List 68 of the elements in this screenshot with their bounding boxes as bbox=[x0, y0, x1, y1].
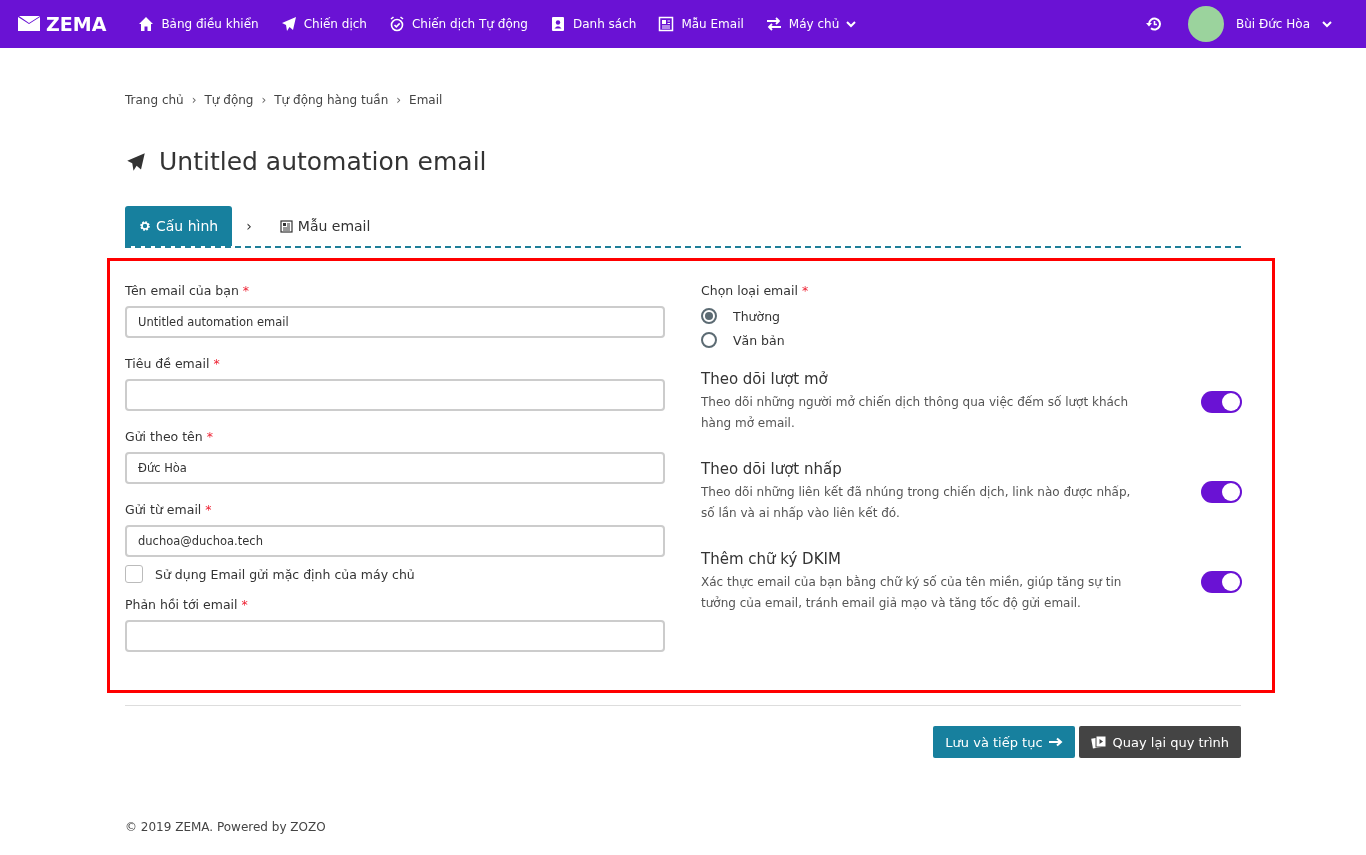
setting-description: Theo dõi những người mở chiến dịch thông qua việc đếm số lượt khách hàng mở email. bbox=[701, 394, 1130, 432]
required-asterisk: * bbox=[241, 597, 248, 612]
setting-title: Thêm chữ ký DKIM bbox=[701, 550, 842, 568]
checkbox-label[interactable]: Sử dụng Email gửi mặc định của máy chủ bbox=[155, 566, 415, 582]
required-asterisk: * bbox=[801, 283, 809, 298]
user-avatar[interactable] bbox=[1187, 6, 1224, 42]
setting-description: Xác thực email của bạn bằng chữ ký số của tên miền, giúp tăng sự tin tưởng của email, tránh email giả mạo và tăng tốc độ gửi email. bbox=[701, 574, 1123, 612]
input-field[interactable]: duchoa@duchoa.tech bbox=[125, 525, 665, 557]
field-label: Gửi theo tên bbox=[125, 429, 203, 444]
footer-text: © 2019 ZEMA. Powered by ZOZO bbox=[125, 820, 327, 834]
contact-book-icon bbox=[549, 16, 566, 32]
field-label: Chọn loại email bbox=[701, 283, 798, 298]
newspaper-icon bbox=[658, 16, 675, 32]
field-label: Phản hồi tới email bbox=[125, 597, 238, 612]
radio-button[interactable] bbox=[701, 308, 717, 324]
brand-name[interactable]: ZEMA bbox=[46, 13, 107, 35]
chevron-down-icon[interactable] bbox=[1322, 20, 1332, 28]
radio-label[interactable]: Văn bản bbox=[733, 332, 785, 348]
paper-plane-icon bbox=[125, 151, 147, 172]
setting-title: Theo dõi lượt nhấp bbox=[701, 460, 843, 478]
breadcrumb-link[interactable]: Tự động hàng tuần bbox=[274, 93, 389, 107]
checkbox[interactable] bbox=[125, 565, 143, 583]
breadcrumb-separator: › bbox=[396, 93, 402, 107]
input-field[interactable] bbox=[125, 620, 665, 652]
nav-link[interactable]: Danh sách bbox=[572, 17, 637, 31]
field-label: Tiêu đề email bbox=[125, 356, 210, 371]
required-asterisk: * bbox=[206, 429, 213, 444]
field-label: Gửi từ email bbox=[125, 502, 202, 517]
required-asterisk: * bbox=[205, 502, 212, 517]
gear-icon bbox=[139, 220, 151, 232]
swap-arrows-icon bbox=[765, 16, 782, 32]
nav-link[interactable]: Chiến dịch Tự động bbox=[411, 17, 528, 31]
step-tab[interactable]: Cấu hình bbox=[125, 206, 233, 246]
back-to-workflow-button[interactable]: Quay lại quy trình bbox=[1078, 726, 1241, 758]
required-asterisk: * bbox=[213, 356, 220, 371]
breadcrumb-separator: › bbox=[261, 93, 267, 107]
radio-button[interactable] bbox=[701, 332, 717, 348]
toggle-switch[interactable] bbox=[1201, 571, 1242, 593]
page-title: Untitled automation email bbox=[159, 147, 487, 176]
paper-plane-icon bbox=[280, 16, 297, 32]
field-label: Tên email của bạn bbox=[125, 283, 239, 298]
nav-link[interactable]: Chiến dịch bbox=[303, 17, 367, 31]
home-icon bbox=[138, 16, 155, 32]
breadcrumb-link[interactable]: Trang chủ bbox=[125, 93, 184, 107]
required-asterisk: * bbox=[242, 283, 250, 298]
breadcrumb-link[interactable]: Tự động bbox=[204, 93, 254, 107]
film-icon bbox=[1090, 735, 1107, 749]
setting-description: Theo dõi những liên kết đã nhúng trong chiến dịch, link nào được nhấp, số lần và ai nhấp vào liên kết đó. bbox=[701, 484, 1132, 522]
envelope-logo-icon bbox=[18, 16, 42, 32]
radio-label[interactable]: Thường bbox=[733, 308, 780, 324]
nav-link[interactable]: Mẫu Email bbox=[681, 17, 744, 31]
save-continue-button[interactable]: Lưu và tiếp tục bbox=[933, 726, 1075, 758]
input-field[interactable]: Untitled automation email bbox=[125, 306, 665, 338]
nav-link[interactable]: Bảng điều khiển bbox=[161, 17, 259, 31]
step-separator: › bbox=[246, 218, 252, 234]
history-icon[interactable] bbox=[1144, 16, 1162, 32]
toggle-switch[interactable] bbox=[1201, 481, 1242, 503]
user-name[interactable]: Bùi Đức Hòa bbox=[1235, 17, 1310, 31]
arrow-right-icon bbox=[1048, 737, 1063, 747]
toggle-switch[interactable] bbox=[1201, 391, 1242, 413]
alarm-clock-icon bbox=[388, 16, 405, 32]
setting-title: Theo dõi lượt mở bbox=[701, 370, 829, 388]
input-field[interactable] bbox=[125, 379, 665, 411]
input-field[interactable]: Đức Hòa bbox=[125, 452, 665, 484]
nav-link[interactable]: Máy chủ bbox=[788, 17, 840, 31]
step-tab[interactable]: Mẫu email bbox=[265, 206, 385, 246]
newspaper-icon bbox=[279, 219, 293, 233]
breadcrumb-separator: › bbox=[191, 93, 197, 107]
